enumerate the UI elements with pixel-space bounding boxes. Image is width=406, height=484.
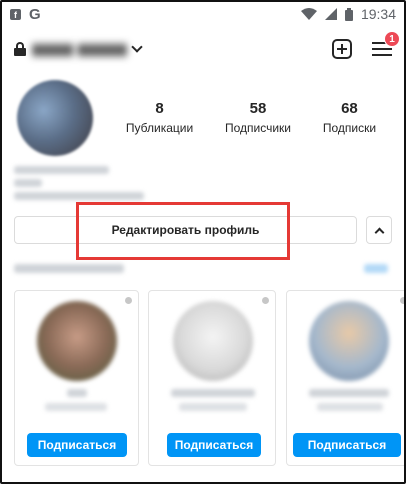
- suggestion-subtitle-redacted: [179, 403, 247, 411]
- suggestion-avatar[interactable]: [173, 301, 253, 381]
- stat-followers-label: Подписчики: [225, 121, 292, 135]
- profile-header: ▮▮▮▮▮ ▮▮▮▮▮▮ 1: [0, 31, 406, 66]
- menu-icon[interactable]: 1: [372, 31, 400, 58]
- see-all-link-redacted[interactable]: [364, 264, 388, 273]
- signal-icon: [324, 8, 337, 20]
- notification-badge: 1: [384, 31, 400, 47]
- chevron-down-icon[interactable]: [131, 41, 143, 53]
- stat-posts-count: 8: [155, 100, 164, 117]
- stat-followers-count: 58: [249, 100, 267, 117]
- battery-icon: [344, 7, 353, 21]
- dismiss-icon[interactable]: [400, 297, 406, 304]
- chevron-up-icon: [374, 227, 385, 238]
- suggestion-name-redacted: [171, 389, 255, 397]
- profile-stats: 8 Публикации 58 Подписчики 68 Подписки: [110, 100, 392, 135]
- suggestion-cards: Подписаться Подписаться Подписаться: [0, 290, 406, 466]
- suggestion-name-redacted: [67, 389, 87, 397]
- suggestion-avatar[interactable]: [309, 301, 389, 381]
- follow-button[interactable]: Подписаться: [293, 433, 401, 457]
- edit-profile-button[interactable]: Редактировать профиль: [14, 216, 357, 244]
- stat-posts[interactable]: 8 Публикации: [126, 100, 193, 135]
- stat-followers[interactable]: 58 Подписчики: [225, 100, 291, 135]
- edit-profile-row: Редактировать профиль: [14, 216, 392, 246]
- suggestion-card[interactable]: Подписаться: [148, 290, 276, 466]
- stat-following[interactable]: 68 Подписки: [323, 100, 376, 135]
- profile-avatar[interactable]: [17, 80, 93, 156]
- suggestions-title-redacted: [14, 264, 124, 273]
- username-redacted[interactable]: ▮▮▮▮▮ ▮▮▮▮▮▮: [32, 40, 127, 58]
- follow-button[interactable]: Подписаться: [167, 433, 261, 457]
- stat-following-label: Подписки: [322, 121, 377, 135]
- suggestions-toggle-button[interactable]: [366, 216, 392, 244]
- lock-icon: [14, 42, 26, 56]
- suggestion-name-redacted: [309, 389, 389, 397]
- stat-posts-label: Публикации: [125, 121, 194, 135]
- stat-following-count: 68: [341, 100, 358, 117]
- suggestion-card[interactable]: Подписаться: [14, 290, 139, 466]
- suggestion-card[interactable]: Подписаться: [286, 290, 406, 466]
- new-post-icon[interactable]: [332, 39, 352, 59]
- suggestion-subtitle-redacted: [45, 403, 107, 411]
- dismiss-icon[interactable]: [125, 297, 132, 304]
- wifi-icon: [300, 8, 317, 20]
- follow-button[interactable]: Подписаться: [27, 433, 127, 457]
- google-icon: G: [29, 5, 41, 23]
- suggestion-subtitle-redacted: [317, 403, 383, 411]
- status-bar: f G 19:34: [0, 0, 406, 28]
- facebook-icon: f: [10, 8, 21, 20]
- profile-bio-redacted: [14, 166, 214, 205]
- suggestion-avatar[interactable]: [37, 301, 117, 381]
- suggestions-header: [14, 264, 392, 278]
- dismiss-icon[interactable]: [262, 297, 269, 304]
- clock-time: 19:34: [360, 6, 396, 22]
